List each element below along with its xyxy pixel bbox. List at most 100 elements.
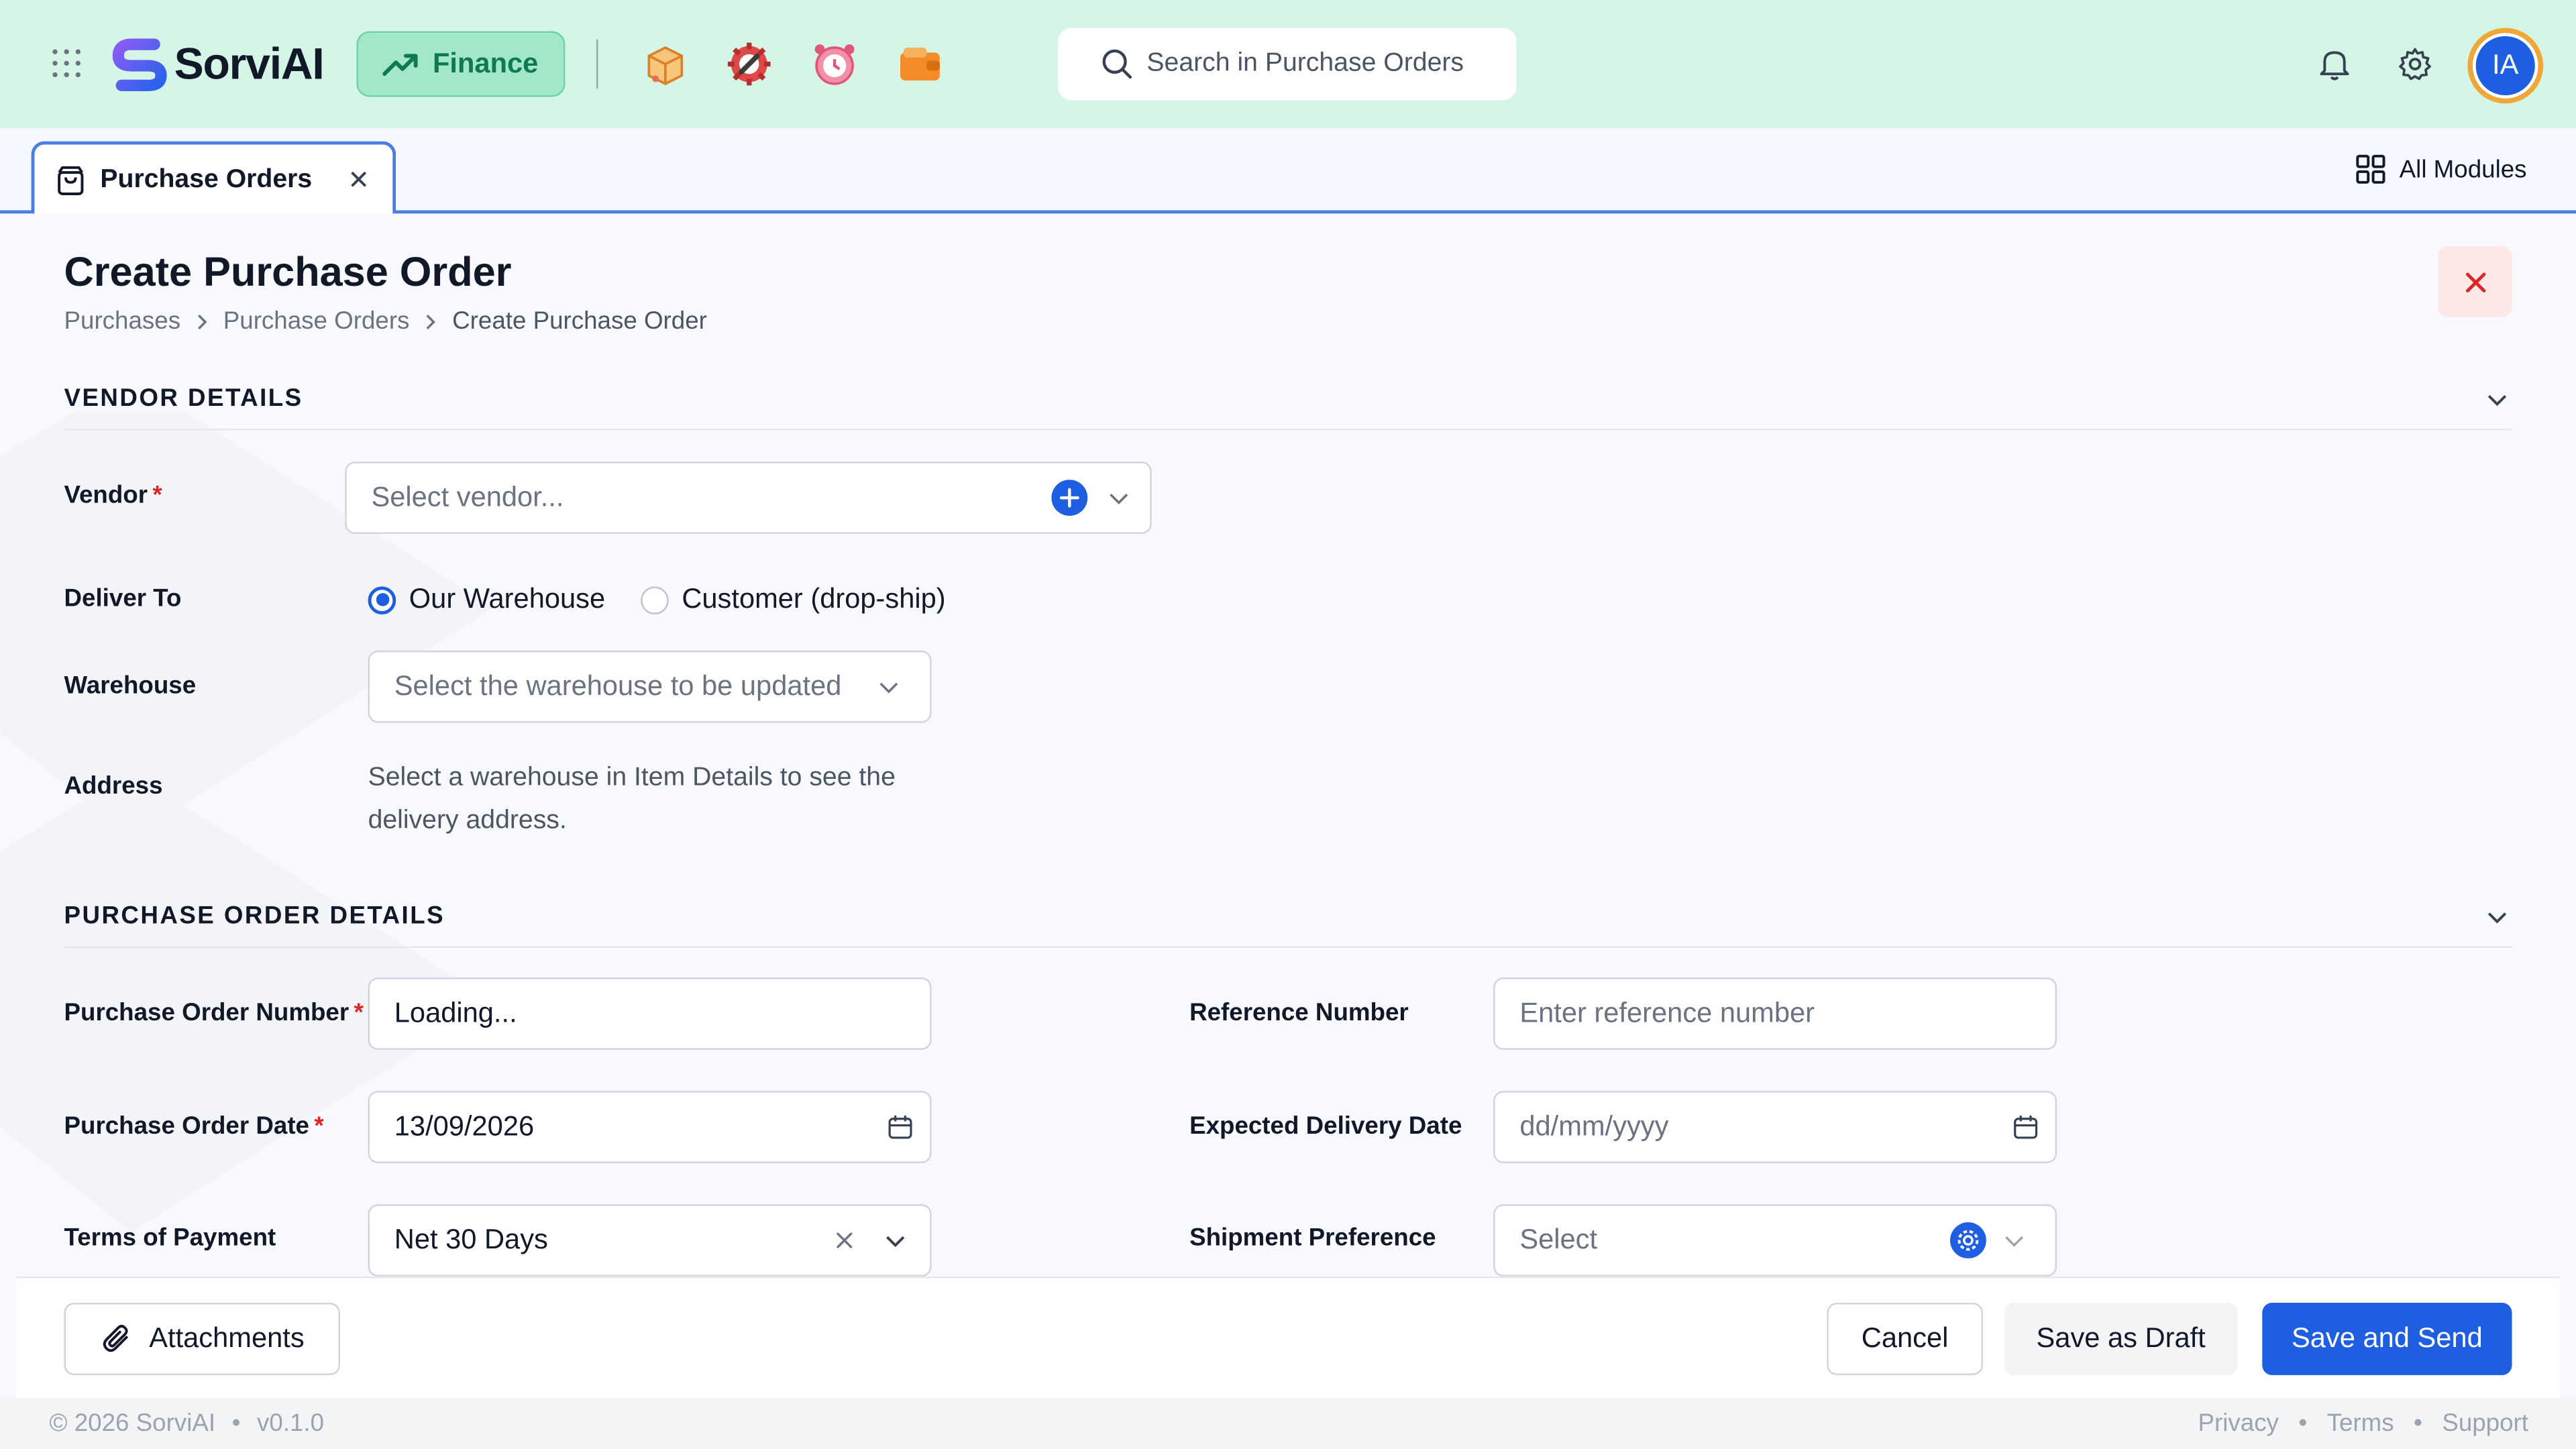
shopping-bag-icon bbox=[58, 166, 84, 195]
bell-icon[interactable] bbox=[2316, 46, 2353, 91]
expected-delivery-label: Expected Delivery Date bbox=[1189, 1112, 1462, 1140]
paperclip-icon bbox=[103, 1324, 127, 1352]
trend-up-icon bbox=[383, 54, 419, 76]
module-switch-button[interactable]: Finance bbox=[356, 31, 566, 97]
po-number-label: Purchase Order Number * bbox=[64, 998, 364, 1027]
footer: © 2026 SorviAI • v0.1.0 Privacy • Terms … bbox=[0, 1398, 2576, 1449]
footer-link-terms[interactable]: Terms bbox=[2327, 1409, 2394, 1438]
warehouse-placeholder: Select the warehouse to be updated bbox=[394, 670, 842, 702]
terms-value: Net 30 Days bbox=[394, 1224, 548, 1256]
po-date-input[interactable]: 13/09/2026 bbox=[368, 1091, 932, 1163]
terms-label: Terms of Payment bbox=[64, 1224, 276, 1252]
footer-link-support[interactable]: Support bbox=[2442, 1409, 2528, 1438]
po-date-value: 13/09/2026 bbox=[394, 1110, 535, 1142]
all-modules-label: All Modules bbox=[2399, 155, 2527, 184]
chevron-down-icon bbox=[879, 682, 898, 694]
chevron-down-icon[interactable] bbox=[884, 1229, 907, 1252]
terms-select[interactable]: Net 30 Days bbox=[368, 1204, 932, 1277]
separator-dot: • bbox=[231, 1409, 241, 1438]
vendor-details-header[interactable]: VENDOR DETAILS bbox=[64, 384, 2512, 431]
form-content: Create Purchase Order Purchases Purchase… bbox=[0, 213, 2576, 1277]
radio-our-warehouse[interactable]: Our Warehouse bbox=[368, 583, 606, 616]
vendor-select[interactable]: Select vendor... bbox=[345, 462, 1152, 534]
expected-delivery-placeholder: dd/mm/yyyy bbox=[1519, 1110, 1669, 1142]
grid-icon bbox=[2357, 154, 2386, 184]
radio-selected-icon bbox=[368, 586, 396, 614]
po-details-header[interactable]: PURCHASE ORDER DETAILS bbox=[64, 902, 2512, 949]
radio-label: Our Warehouse bbox=[409, 583, 606, 614]
chevron-down-icon[interactable] bbox=[2002, 1229, 2025, 1252]
radio-unselected-icon bbox=[641, 586, 669, 614]
breadcrumb-purchase-orders[interactable]: Purchase Orders bbox=[223, 307, 410, 335]
alarm-clock-icon[interactable] bbox=[810, 40, 859, 89]
vendor-placeholder: Select vendor... bbox=[371, 481, 564, 513]
deliver-to-label: Deliver To bbox=[64, 584, 182, 613]
logo[interactable]: SorviAI bbox=[112, 34, 325, 93]
breadcrumb: Purchases Purchase Orders Create Purchas… bbox=[64, 307, 707, 335]
warehouse-select[interactable]: Select the warehouse to be updated bbox=[368, 650, 932, 723]
tab-label: Purchase Orders bbox=[100, 166, 313, 194]
module-label: Finance bbox=[433, 48, 539, 79]
page-title: Create Purchase Order bbox=[64, 250, 512, 296]
configure-gear-icon[interactable] bbox=[1949, 1222, 1986, 1258]
breadcrumb-current: Create Purchase Order bbox=[452, 307, 707, 335]
logo-mark-icon bbox=[112, 38, 167, 91]
global-search-input[interactable]: Search in Purchase Orders bbox=[1058, 28, 1517, 101]
app-launcher-icon[interactable] bbox=[52, 49, 82, 78]
po-number-value: Loading... bbox=[394, 997, 517, 1029]
radio-customer-dropship[interactable]: Customer (drop-ship) bbox=[641, 583, 946, 616]
section-title: VENDOR DETAILS bbox=[64, 384, 303, 413]
address-label: Address bbox=[64, 772, 163, 800]
version-text: v0.1.0 bbox=[256, 1409, 325, 1438]
save-and-send-button[interactable]: Save and Send bbox=[2262, 1303, 2512, 1375]
calendar-icon[interactable] bbox=[2012, 1114, 2039, 1140]
radio-label: Customer (drop-ship) bbox=[682, 583, 946, 614]
chevron-down-icon[interactable] bbox=[1108, 486, 1130, 509]
warehouse-label: Warehouse bbox=[64, 672, 197, 700]
vendor-label: Vendor * bbox=[64, 481, 162, 510]
shipping-box-icon[interactable] bbox=[641, 40, 690, 89]
attachments-button[interactable]: Attachments bbox=[64, 1303, 340, 1375]
top-bar: SorviAI Finance Search in Purchase Order… bbox=[0, 0, 2576, 129]
expected-delivery-input[interactable]: dd/mm/yyyy bbox=[1493, 1091, 2057, 1163]
avatar-initials: IA bbox=[2492, 49, 2519, 81]
reference-placeholder: Enter reference number bbox=[1519, 997, 1815, 1029]
reference-label: Reference Number bbox=[1189, 998, 1409, 1027]
search-placeholder: Search in Purchase Orders bbox=[1146, 49, 1464, 78]
footer-link-privacy[interactable]: Privacy bbox=[2198, 1409, 2278, 1438]
chevron-right-icon bbox=[427, 313, 436, 329]
cancel-button[interactable]: Cancel bbox=[1827, 1303, 1983, 1375]
separator-dot: • bbox=[2414, 1409, 2422, 1438]
chevron-down-icon[interactable] bbox=[2485, 388, 2508, 411]
breadcrumb-purchases[interactable]: Purchases bbox=[64, 307, 181, 335]
close-icon bbox=[2465, 272, 2485, 292]
po-number-input[interactable]: Loading... bbox=[368, 977, 932, 1050]
attachments-label: Attachments bbox=[149, 1322, 305, 1354]
user-avatar[interactable]: IA bbox=[2467, 28, 2544, 104]
reference-input[interactable]: Enter reference number bbox=[1493, 977, 2057, 1050]
chevron-right-icon bbox=[197, 313, 207, 329]
close-form-button[interactable] bbox=[2438, 246, 2512, 317]
search-icon bbox=[1102, 49, 1132, 79]
save-draft-button[interactable]: Save as Draft bbox=[2004, 1303, 2238, 1375]
address-hint: Select a warehouse in Item Details to se… bbox=[368, 763, 896, 835]
tab-close-icon[interactable]: ✕ bbox=[347, 164, 370, 197]
shipment-label: Shipment Preference bbox=[1189, 1224, 1436, 1252]
all-modules-button[interactable]: All Modules bbox=[2357, 154, 2527, 184]
gear-wrench-icon[interactable] bbox=[724, 40, 773, 89]
settings-gear-icon[interactable] bbox=[2397, 46, 2433, 91]
divider bbox=[596, 39, 598, 89]
clear-icon[interactable] bbox=[835, 1230, 854, 1250]
add-vendor-icon[interactable] bbox=[1051, 480, 1088, 516]
form-action-bar: Attachments Cancel Save as Draft Save an… bbox=[16, 1276, 2560, 1399]
logo-text: SorviAI bbox=[174, 38, 325, 89]
tab-purchase-orders[interactable]: Purchase Orders ✕ bbox=[31, 141, 396, 217]
chevron-down-icon[interactable] bbox=[2485, 905, 2508, 928]
shipment-placeholder: Select bbox=[1519, 1224, 1598, 1256]
po-date-label: Purchase Order Date * bbox=[64, 1112, 324, 1140]
tab-bar: Purchase Orders ✕ All Modules bbox=[0, 128, 2576, 217]
copyright-text: © 2026 SorviAI bbox=[49, 1409, 216, 1438]
wallet-icon[interactable] bbox=[896, 40, 945, 89]
shipment-select[interactable]: Select bbox=[1493, 1204, 2057, 1277]
calendar-icon[interactable] bbox=[887, 1114, 913, 1140]
